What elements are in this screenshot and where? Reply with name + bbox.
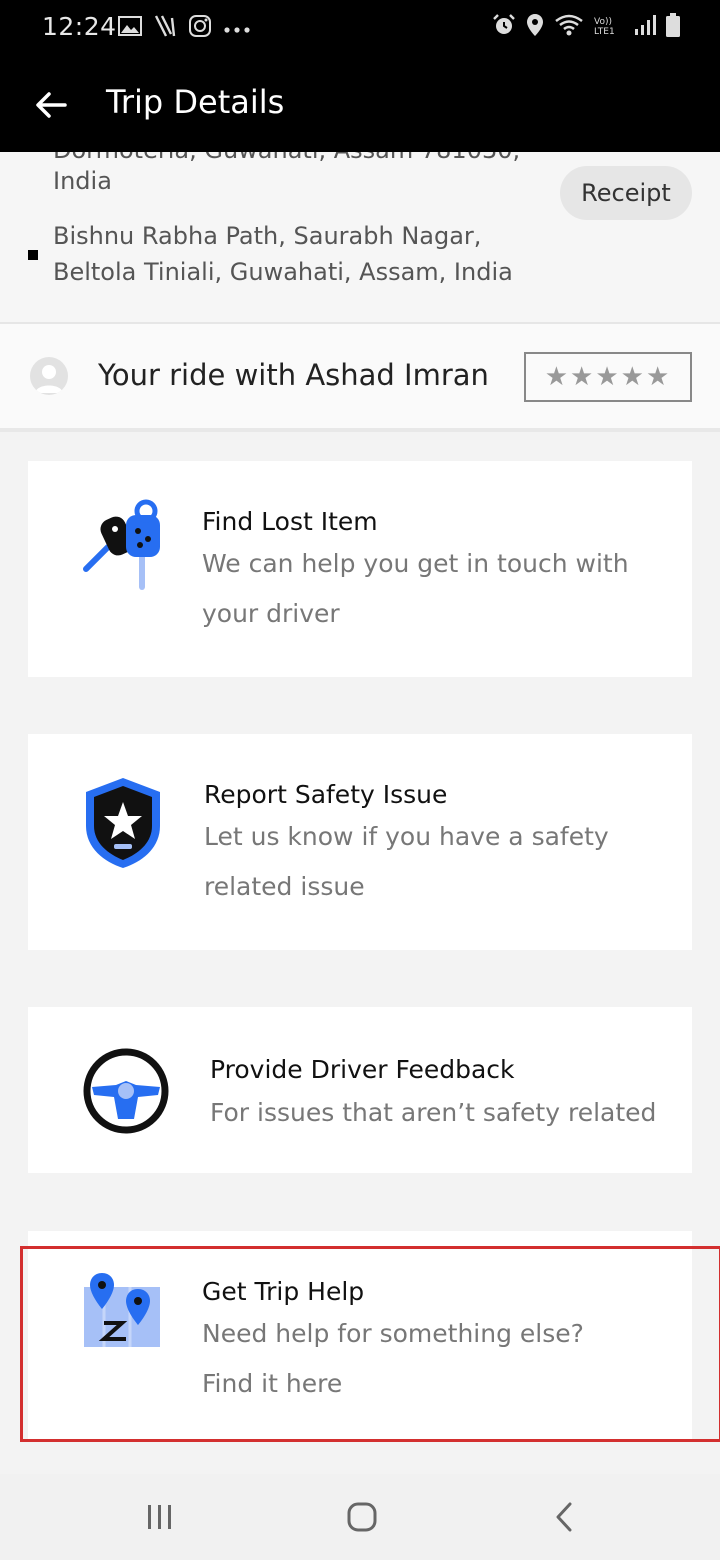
help-option-description: For issues that aren’t safety related — [210, 1098, 657, 1127]
wifi-icon — [554, 13, 584, 41]
app-icon — [154, 14, 176, 42]
help-option-find-lost-item[interactable]: Find Lost Item We can help you get in to… — [28, 461, 692, 677]
help-option-title: Provide Driver Feedback — [210, 1055, 515, 1084]
dropoff-address-line1: Bishnu Rabha Path, Saurabh Nagar, — [53, 222, 482, 250]
help-option-description: We can help you get in touch with your d… — [202, 549, 629, 628]
dropoff-address-line2: Beltola Tiniali, Guwahati, Assam, India — [53, 258, 513, 286]
recent-apps-icon[interactable] — [130, 1494, 190, 1540]
back-icon[interactable] — [534, 1494, 594, 1540]
signal-icon — [634, 14, 656, 40]
status-left-icons — [118, 14, 250, 42]
receipt-button[interactable]: Receipt — [560, 166, 692, 220]
battery-icon — [666, 13, 680, 41]
page-title: Trip Details — [106, 83, 285, 121]
driver-ride-text: Your ride with Ashad Imran — [98, 358, 489, 392]
highlight-frame — [20, 1246, 720, 1442]
help-option-title: Report Safety Issue — [204, 780, 448, 809]
help-option-description: Let us know if you have a safety related… — [204, 822, 609, 901]
driver-section: Your ride with Ashad Imran ★★★★★ — [0, 324, 720, 432]
keys-icon — [80, 499, 162, 595]
home-icon[interactable] — [332, 1494, 392, 1540]
instagram-icon — [188, 14, 212, 42]
volte-icon: Vo)) LTE1 — [594, 17, 615, 37]
status-bar: 12:24 Vo)) LTE1 — [0, 0, 720, 58]
alarm-icon — [492, 13, 516, 41]
avatar — [30, 357, 68, 395]
trip-address-section: Dormoteria, Guwahati, Assam 781030, Indi… — [0, 152, 720, 324]
back-arrow-icon[interactable] — [28, 82, 74, 128]
help-option-provide-driver-feedback[interactable]: Provide Driver Feedback For issues that … — [28, 1007, 692, 1173]
location-icon — [526, 13, 544, 41]
pickup-address: India — [53, 167, 112, 195]
rating-stars[interactable]: ★★★★★ — [524, 352, 692, 402]
app-bar: Trip Details — [0, 58, 720, 152]
more-icon — [224, 19, 250, 38]
help-option-report-safety-issue[interactable]: Report Safety Issue Let us know if you h… — [28, 734, 692, 950]
status-right-icons: Vo)) LTE1 — [492, 12, 680, 42]
gallery-icon — [118, 15, 142, 41]
status-time: 12:24 — [42, 12, 117, 41]
system-nav-bar — [0, 1474, 720, 1560]
pickup-address-cut: Dormoteria, Guwahati, Assam 781030, — [53, 152, 520, 168]
safety-shield-icon — [84, 776, 162, 874]
help-option-title: Find Lost Item — [202, 507, 378, 536]
steering-wheel-icon — [82, 1047, 170, 1139]
dropoff-marker-icon — [28, 250, 38, 260]
